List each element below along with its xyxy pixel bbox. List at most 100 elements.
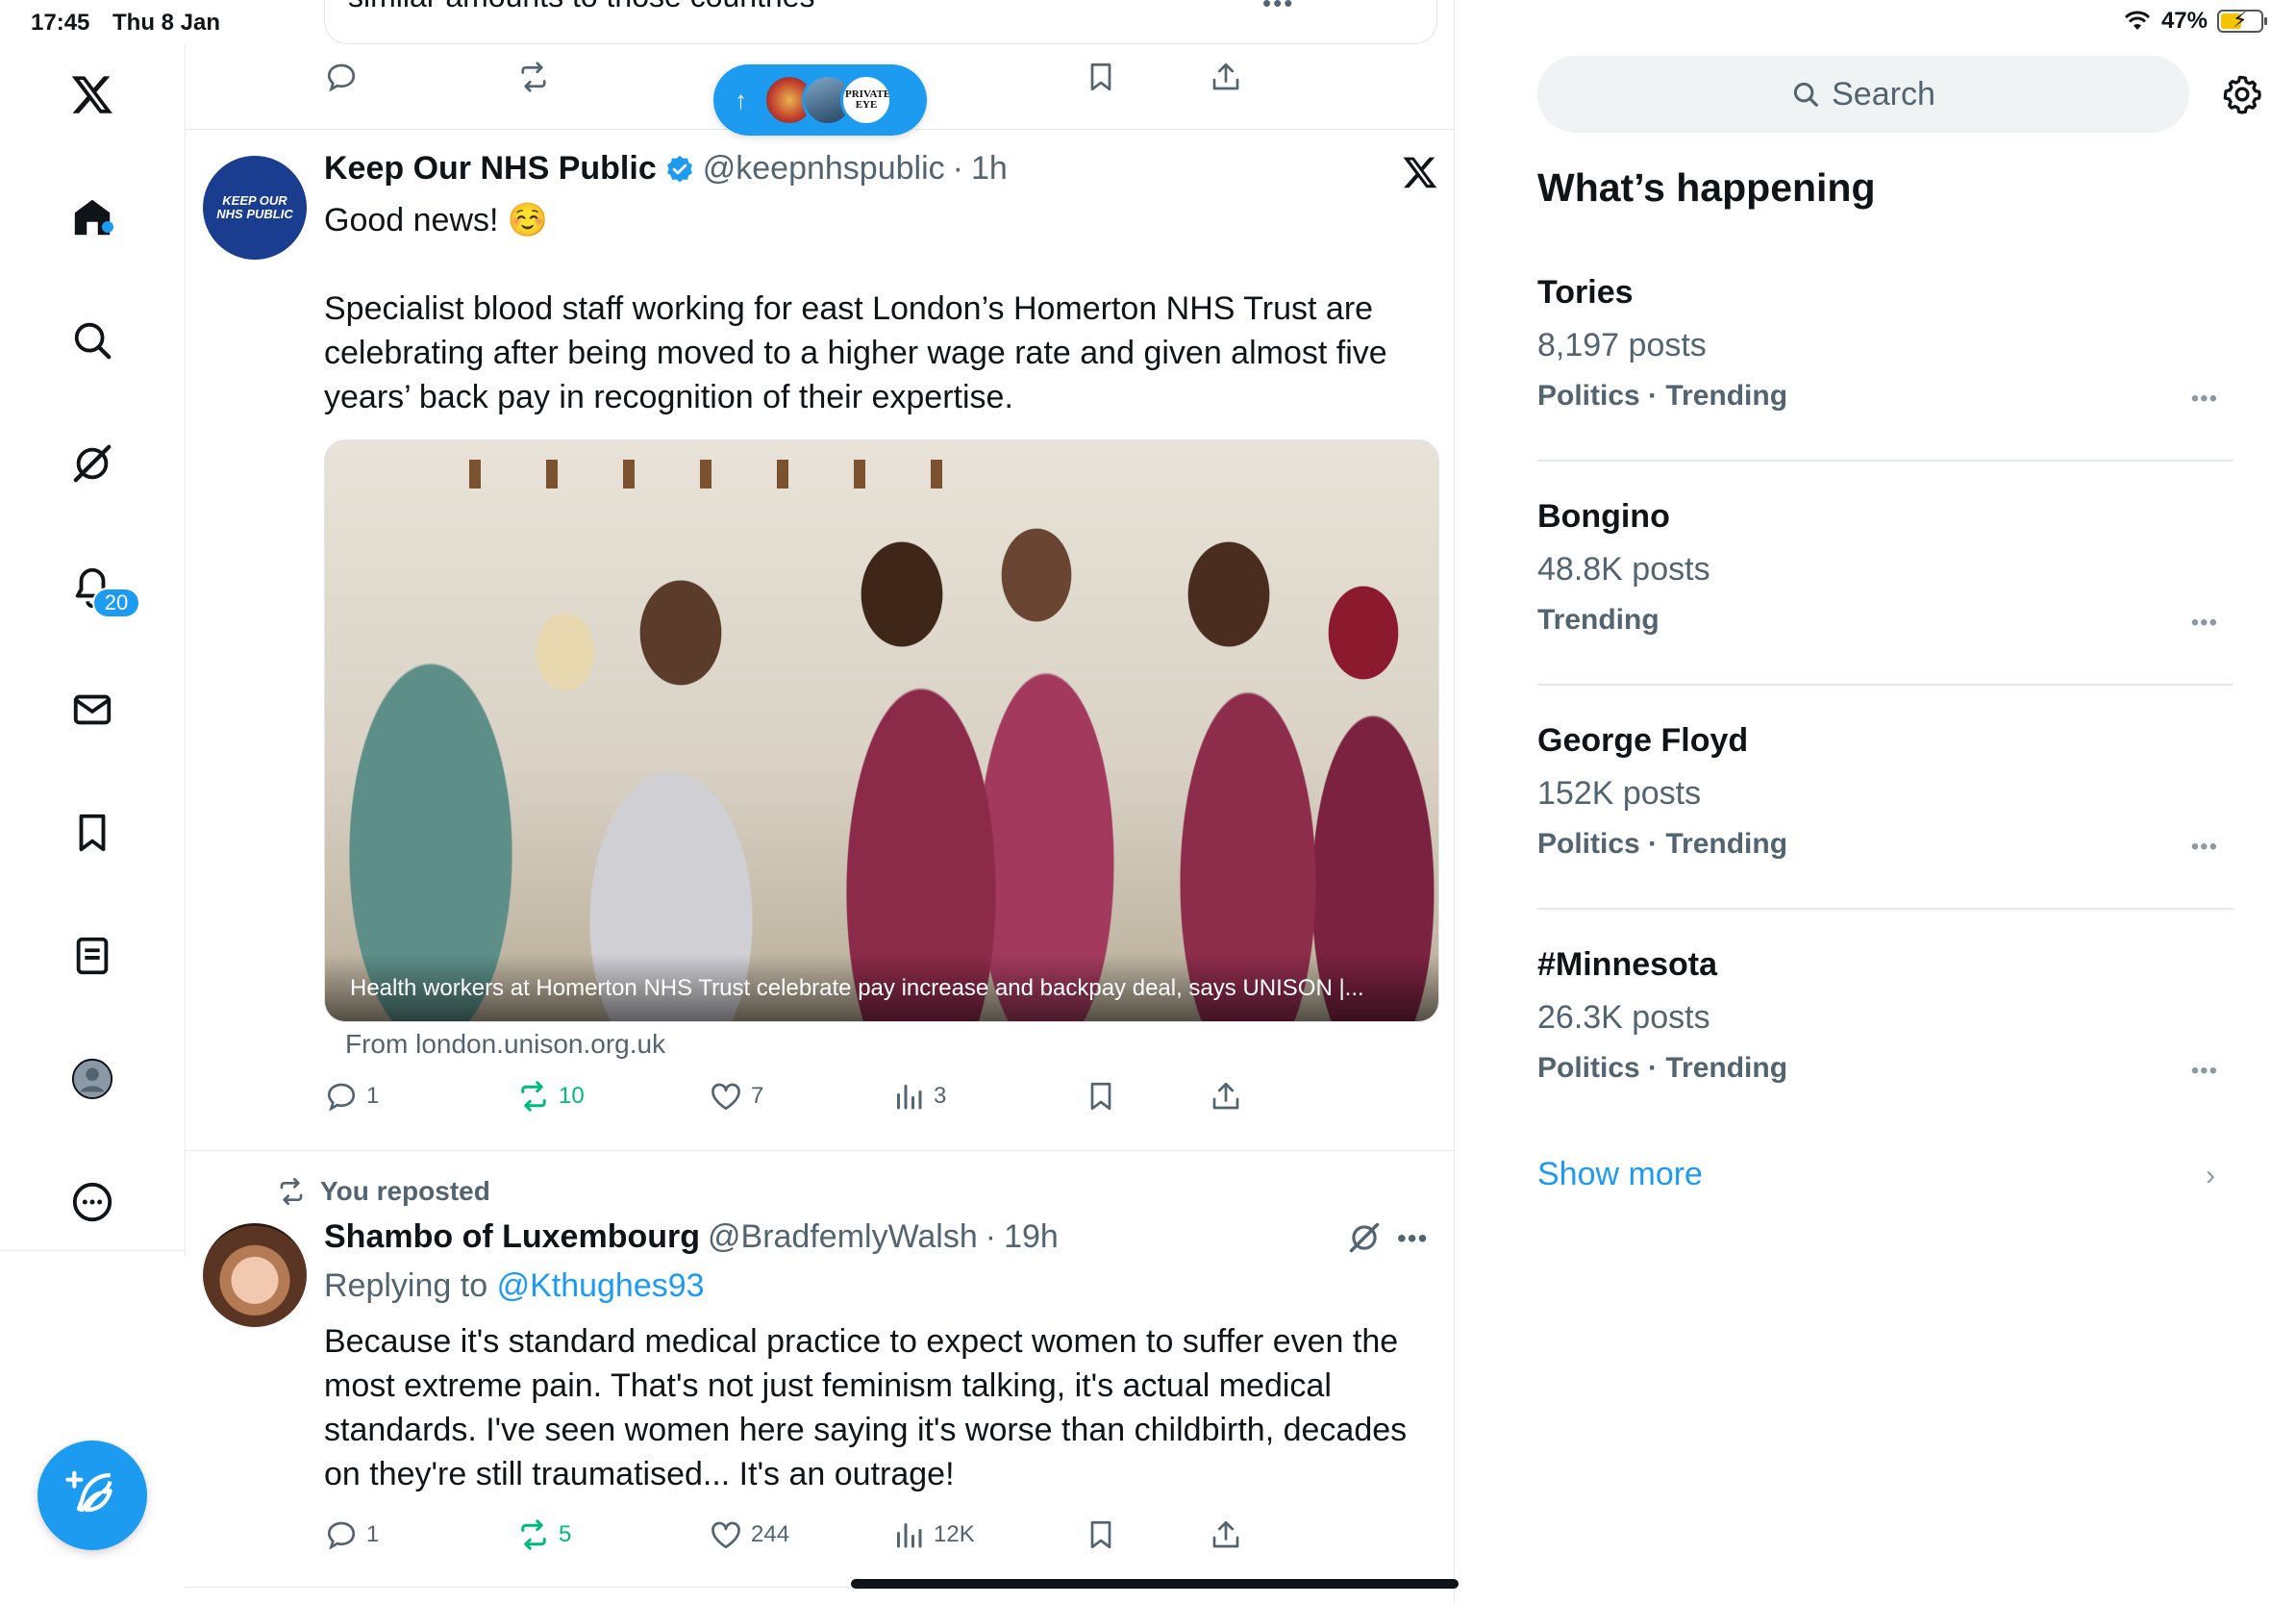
bookmark-button[interactable] [1084, 1079, 1118, 1114]
tweet-header: Keep Our NHS Public @keepnhspublic · 1h [324, 150, 1008, 188]
like-button[interactable]: 7 [709, 1079, 763, 1114]
previous-tweet-more[interactable]: ••• [1262, 0, 1294, 18]
search-input[interactable]: Search [1537, 56, 2189, 133]
trend-divider [1537, 908, 2234, 910]
like-icon [711, 1521, 740, 1549]
like-button[interactable]: 244 [709, 1517, 789, 1552]
avatar[interactable] [203, 1223, 307, 1327]
previous-tweet-card[interactable]: similar amounts to those countries ••• [324, 0, 1437, 44]
author-handle[interactable]: @keepnhspublic [703, 150, 945, 188]
repost-count: 10 [559, 1083, 585, 1109]
trend-posts: 152K posts [1537, 775, 1702, 812]
nav-divider [0, 1250, 186, 1251]
trend-name: Tories [1537, 274, 1634, 311]
reply-button[interactable] [324, 60, 359, 94]
reply-button[interactable]: 1 [324, 1079, 379, 1114]
tweet-time[interactable]: 19h [1004, 1218, 1059, 1256]
trend-name: George Floyd [1537, 722, 1749, 759]
link-card-image[interactable]: Health workers at Homerton NHS Trust cel… [324, 439, 1439, 1022]
tweet-actions: 1 10 7 3 [324, 1079, 1285, 1123]
previous-tweet-text: similar amounts to those countries [348, 0, 815, 14]
home-icon[interactable] [54, 179, 131, 256]
share-button[interactable] [1209, 1079, 1243, 1114]
battery-percent: 47% [2160, 8, 2208, 34]
trend-item[interactable]: Tories 8,197 posts Politics · Trending •… [1537, 274, 2234, 497]
reply-icon [327, 63, 356, 92]
x-logo-icon [1403, 157, 1437, 188]
avatar-text: KEEP OUR NHS PUBLIC [216, 193, 293, 221]
trend-divider [1537, 460, 2234, 462]
reply-count: 1 [366, 1521, 380, 1547]
reply-button[interactable]: 1 [324, 1517, 379, 1552]
reply-icon [327, 1521, 356, 1550]
bookmark-button[interactable] [1084, 60, 1118, 94]
grok-icon[interactable] [1346, 1219, 1383, 1256]
views-count: 12K [934, 1521, 975, 1547]
repost-icon [280, 1178, 303, 1205]
search-icon[interactable] [54, 302, 131, 379]
like-icon [711, 1083, 740, 1111]
trend-item[interactable]: Bongino 48.8K posts Trending ••• [1537, 498, 2234, 721]
bookmark-icon [1090, 1520, 1111, 1549]
bookmark-button[interactable] [1084, 1517, 1118, 1552]
share-icon [1212, 63, 1239, 90]
trend-more-icon[interactable]: ••• [2191, 610, 2218, 637]
repost-icon [521, 1081, 546, 1112]
share-button[interactable] [1209, 1517, 1243, 1552]
share-icon [1212, 1082, 1239, 1110]
views-icon [897, 1523, 922, 1548]
status-right: 47% ⚡ [2123, 8, 2267, 35]
compose-icon [65, 1470, 112, 1513]
views-button[interactable]: 12K [891, 1517, 975, 1552]
avatar[interactable]: KEEP OUR NHS PUBLIC [203, 156, 307, 260]
like-count: 244 [751, 1521, 790, 1547]
trend-posts: 8,197 posts [1537, 327, 1707, 363]
notifications-badge: 20 [92, 588, 140, 618]
lists-icon[interactable] [54, 917, 131, 994]
author-name[interactable]: Shambo of Luxembourg [324, 1218, 700, 1256]
trend-more-icon[interactable]: ••• [2191, 386, 2218, 413]
tweet-text: Because it's standard medical practice t… [324, 1323, 1408, 1492]
profile-icon[interactable] [54, 1040, 131, 1117]
replying-to: Replying to @Kthughes93 [324, 1267, 705, 1305]
pill-avatar: PRIVATE EYE [840, 74, 892, 126]
share-icon [1212, 1520, 1239, 1548]
author-name[interactable]: Keep Our NHS Public [324, 150, 657, 188]
share-button[interactable] [1209, 60, 1243, 94]
more-options-icon[interactable]: ••• [1397, 1223, 1428, 1254]
link-card-caption: Health workers at Homerton NHS Trust cel… [325, 954, 1438, 1021]
reposted-label: You reposted [320, 1176, 490, 1206]
mail-icon[interactable] [54, 671, 131, 748]
repost-button[interactable]: 10 [516, 1079, 585, 1114]
link-source[interactable]: From london.unison.org.uk [345, 1029, 665, 1060]
tweet-divider [186, 1150, 1455, 1151]
reply-mention-link[interactable]: @Kthughes93 [497, 1267, 705, 1304]
tweet-actions: 1 5 244 12K [324, 1517, 1285, 1562]
tweet-time[interactable]: 1h [971, 150, 1008, 188]
trend-category: Politics · Trending [1537, 1052, 1788, 1084]
trend-more-icon[interactable]: ••• [2191, 1058, 2218, 1085]
trend-posts: 26.3K posts [1537, 999, 1710, 1036]
views-button[interactable]: 3 [891, 1079, 946, 1114]
trend-divider [1537, 684, 2234, 686]
trend-posts: 48.8K posts [1537, 551, 1710, 588]
section-title: What’s happening [1537, 165, 1876, 210]
trend-item[interactable]: #Minnesota 26.3K posts Politics · Trendi… [1537, 946, 2234, 1169]
bookmark-icon[interactable] [54, 794, 131, 871]
repost-button[interactable]: 5 [516, 1517, 571, 1552]
repost-icon [521, 62, 546, 92]
author-handle[interactable]: @BradfemlyWalsh [708, 1218, 978, 1256]
trend-category: Politics · Trending [1537, 828, 1788, 860]
new-posts-pill[interactable]: ↑ PRIVATE EYE [713, 64, 927, 136]
grok-icon[interactable] [54, 425, 131, 502]
trend-item[interactable]: George Floyd 152K posts Politics · Trend… [1537, 722, 2234, 945]
repost-button[interactable] [516, 60, 551, 94]
compose-button[interactable] [37, 1441, 147, 1550]
gear-icon[interactable] [2221, 73, 2263, 115]
trend-name: #Minnesota [1537, 946, 1718, 983]
x-logo-icon[interactable] [54, 56, 131, 133]
show-more-link[interactable]: Show more [1537, 1156, 1703, 1193]
more-circle-icon[interactable] [54, 1164, 131, 1241]
trend-more-icon[interactable]: ••• [2191, 834, 2218, 861]
trend-name: Bongino [1537, 498, 1670, 535]
